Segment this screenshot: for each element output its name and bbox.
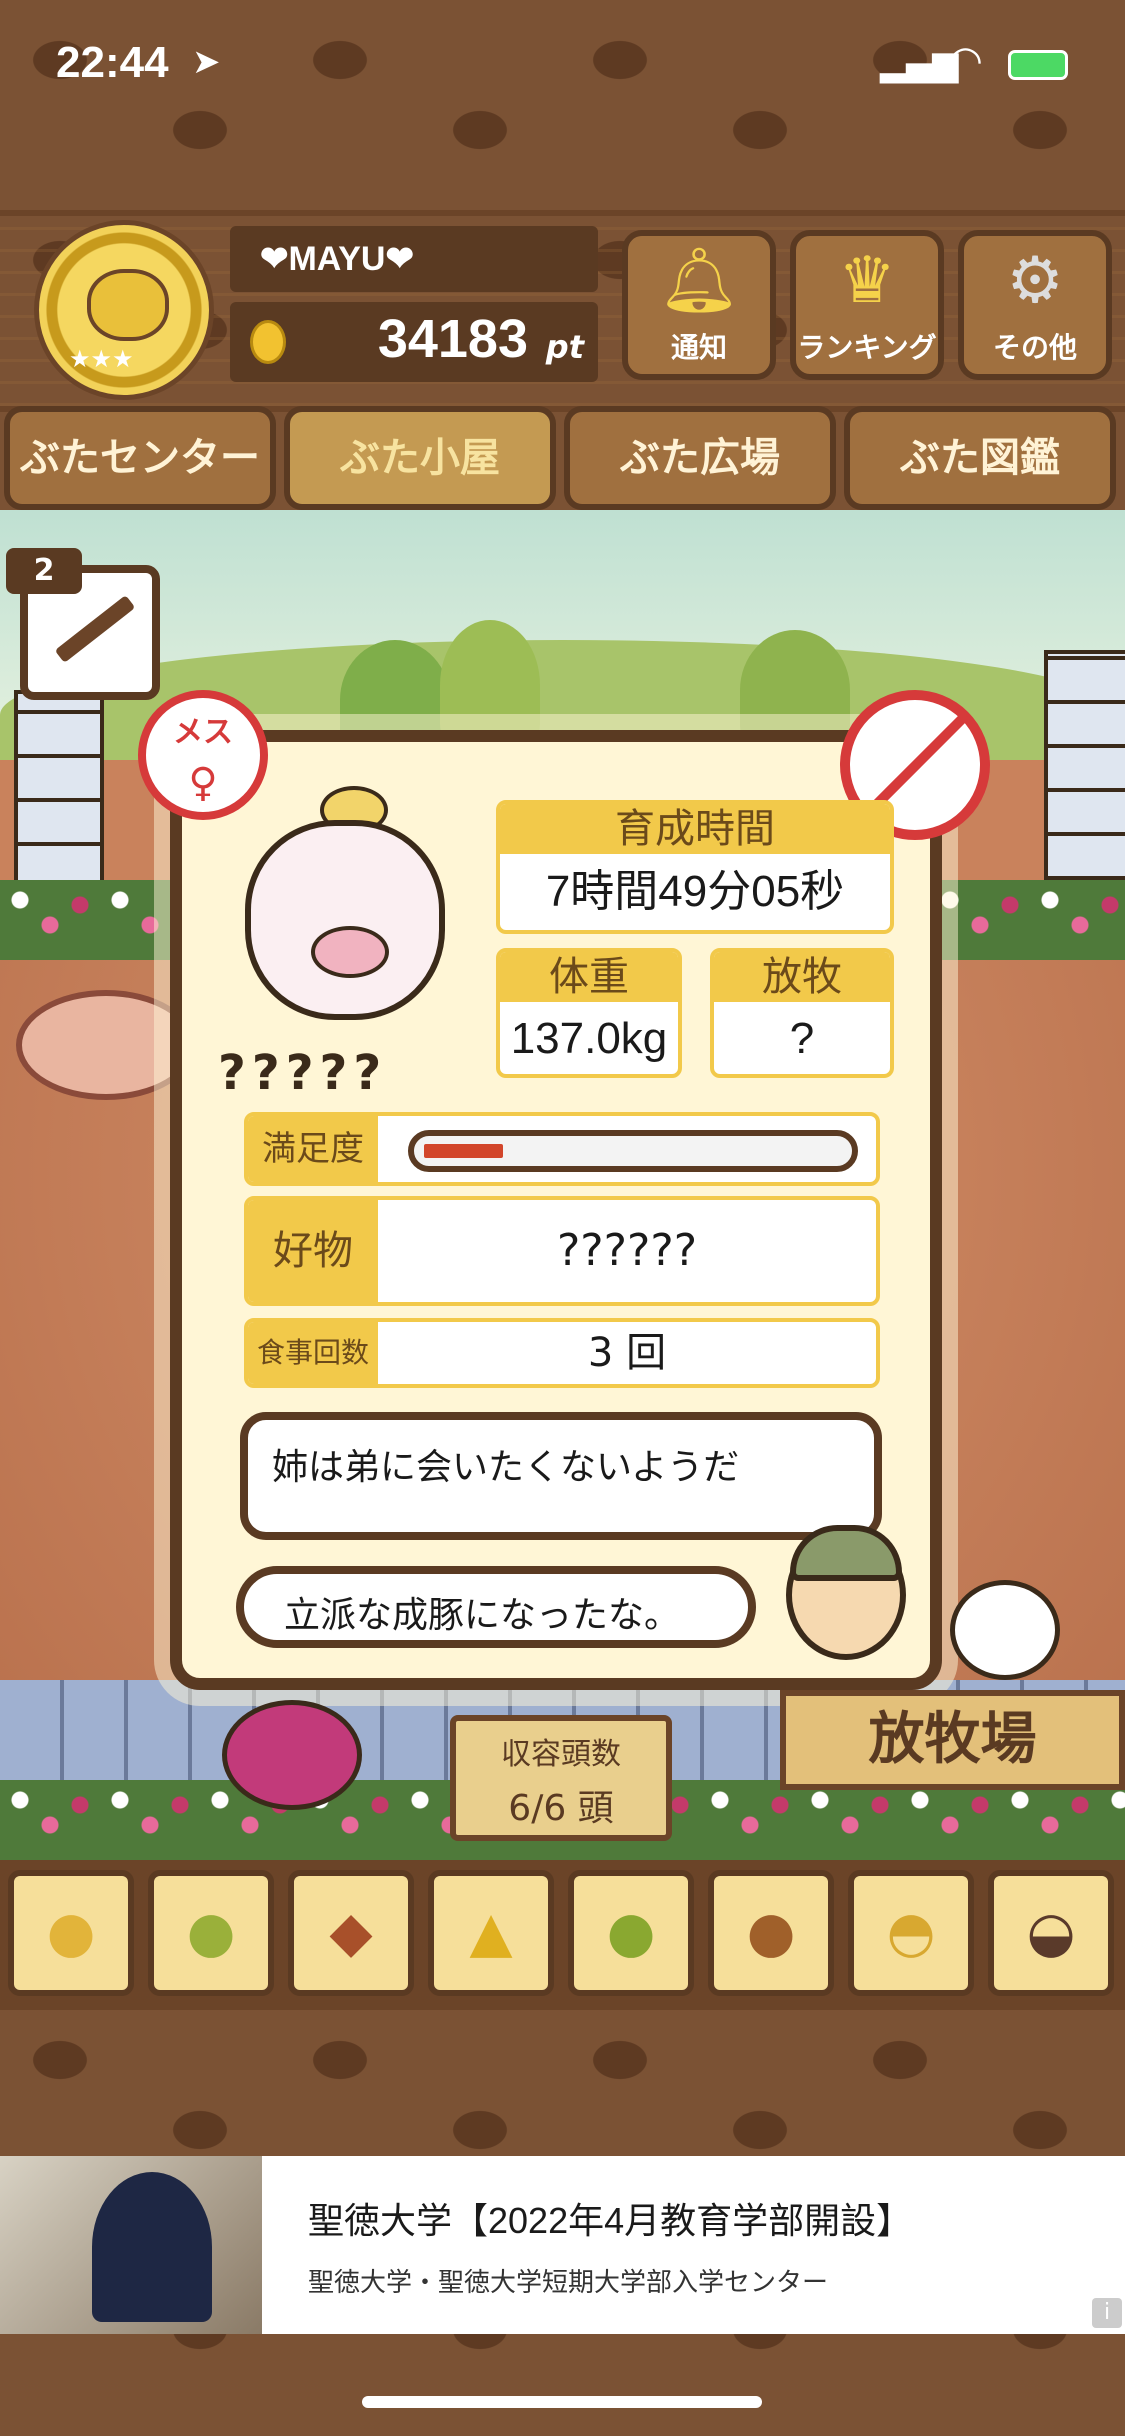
wifi-icon: ◠ <box>948 38 983 84</box>
left-pillar <box>14 690 104 890</box>
food-acorn[interactable]: ● <box>708 1870 834 1996</box>
meals-value: 3 回 <box>587 1330 667 1376</box>
ranking-label: ランキング <box>797 331 937 364</box>
notification-button[interactable]: 🔔︎ 通知 <box>622 230 776 380</box>
grazing-card: 放牧 ? <box>710 948 894 1078</box>
food-grain-bowl[interactable]: ◓ <box>848 1870 974 1996</box>
farmer-comment-bubble: 立派な成豚になったな。 <box>236 1566 756 1648</box>
status-bar: 22:44 ➤ ▂▄▆ ◠ <box>0 0 1125 140</box>
satisfaction-bar <box>408 1130 858 1172</box>
weight-label: 体重 <box>500 952 678 1002</box>
right-pillar <box>1044 650 1125 880</box>
syringe-icon <box>54 594 136 664</box>
capacity-sign: 収容頭数 6/6 頭 <box>450 1715 672 1841</box>
favorite-food-row: 好物 ?????? <box>244 1196 880 1306</box>
notification-label: 通知 <box>670 331 727 364</box>
pig-face-icon <box>87 269 169 341</box>
food-corn[interactable]: ▲ <box>428 1870 554 1996</box>
points-display: 34183 pt <box>230 302 598 382</box>
rose-decoration <box>222 1700 362 1810</box>
ad-title[interactable]: 聖徳大学【2022年4月教育学部開設】 <box>308 2192 912 2244</box>
female-symbol-icon: ♀ <box>188 760 218 806</box>
pig-rank-badge[interactable]: ★★★ <box>34 220 214 400</box>
tab-pig-center[interactable]: ぶたセンター <box>4 406 276 510</box>
pig-message-bubble: 姉は弟に会いたくないようだ <box>240 1412 882 1540</box>
sweet-potato-icon: ◆ <box>329 1900 373 1965</box>
location-arrow-icon: ➤ <box>192 42 221 82</box>
ad-subtitle: 聖徳大学・聖徳大学短期大学部入学センター <box>308 2268 829 2298</box>
satisfaction-label: 満足度 <box>248 1116 378 1182</box>
gear-icon: ⚙ <box>1006 244 1064 318</box>
ad-person-image <box>92 2172 212 2322</box>
soybean-icon: ● <box>46 1900 96 1965</box>
favorite-value: ?????? <box>556 1225 698 1276</box>
home-indicator[interactable] <box>362 2396 762 2408</box>
crown-icon: ♛ <box>838 244 896 318</box>
ranking-button[interactable]: ♛ ランキング <box>790 230 944 380</box>
grazing-value: ? <box>789 1014 815 1063</box>
pig-snout <box>311 926 389 978</box>
tab-pig-hut[interactable]: ぶた小屋 <box>284 406 556 510</box>
food-sweet-potato[interactable]: ◆ <box>288 1870 414 1996</box>
food-soybean[interactable]: ● <box>8 1870 134 1996</box>
food-olive[interactable]: ● <box>568 1870 694 1996</box>
bird <box>950 1580 1060 1680</box>
capacity-label: 収容頭数 <box>501 1737 621 1772</box>
olive-icon: ● <box>606 1900 656 1965</box>
bell-icon: 🔔︎ <box>658 244 740 318</box>
truffle-plate-icon: ◒ <box>1026 1900 1076 1965</box>
battery-icon <box>1008 50 1068 80</box>
female-label: メス <box>173 715 233 750</box>
acorn-icon: ● <box>746 1900 796 1965</box>
feed-bowl <box>16 990 196 1100</box>
syringe-count: 2 <box>6 548 82 594</box>
farmer-comment-text: 立派な成豚になったな。 <box>284 1595 681 1636</box>
weight-value: 137.0kg <box>510 1014 668 1063</box>
food-green-bean[interactable]: ● <box>148 1870 274 1996</box>
grazing-label: 放牧 <box>714 952 890 1002</box>
coin-icon <box>250 320 286 364</box>
corn-icon: ▲ <box>469 1900 513 1965</box>
meal-count-row: 食事回数 3 回 <box>244 1318 880 1388</box>
favorite-label: 好物 <box>248 1200 378 1302</box>
growth-time-value: 7時間49分05秒 <box>545 867 845 916</box>
grain-bowl-icon: ◓ <box>886 1900 936 1965</box>
satisfaction-fill <box>424 1144 503 1158</box>
pig-message-text: 姉は弟に会いたくないようだ <box>272 1447 740 1488</box>
grazing-field-button[interactable]: 放牧場 <box>780 1690 1125 1790</box>
satisfaction-row: 満足度 <box>244 1112 880 1186</box>
growth-time-label: 育成時間 <box>500 804 890 854</box>
star-rating-icon: ★★★ <box>69 345 134 373</box>
ad-info-icon[interactable]: i <box>1092 2298 1122 2328</box>
signal-icon: ▂▄▆ <box>880 44 959 84</box>
tab-pig-encyclopedia[interactable]: ぶた図鑑 <box>844 406 1116 510</box>
female-badge: メス ♀ <box>138 690 268 820</box>
food-truffle-plate[interactable]: ◒ <box>988 1870 1114 1996</box>
other-label: その他 <box>992 331 1077 364</box>
growth-time-card: 育成時間 7時間49分05秒 <box>496 800 894 934</box>
pig-name: ????? <box>218 1045 388 1101</box>
green-bean-icon: ● <box>186 1900 236 1965</box>
flower-bed-right <box>930 880 1125 960</box>
pig-avatar[interactable] <box>245 820 445 1020</box>
capacity-value: 6/6 頭 <box>508 1788 614 1829</box>
weight-card: 体重 137.0kg <box>496 948 682 1078</box>
points-unit: pt <box>545 328 584 366</box>
meals-label: 食事回数 <box>248 1322 378 1384</box>
player-name: ❤MAYU❤ <box>230 226 598 292</box>
points-value: 34183 <box>377 309 528 369</box>
status-time: 22:44 <box>56 38 169 87</box>
other-button[interactable]: ⚙ その他 <box>958 230 1112 380</box>
tab-pig-plaza[interactable]: ぶた広場 <box>564 406 836 510</box>
